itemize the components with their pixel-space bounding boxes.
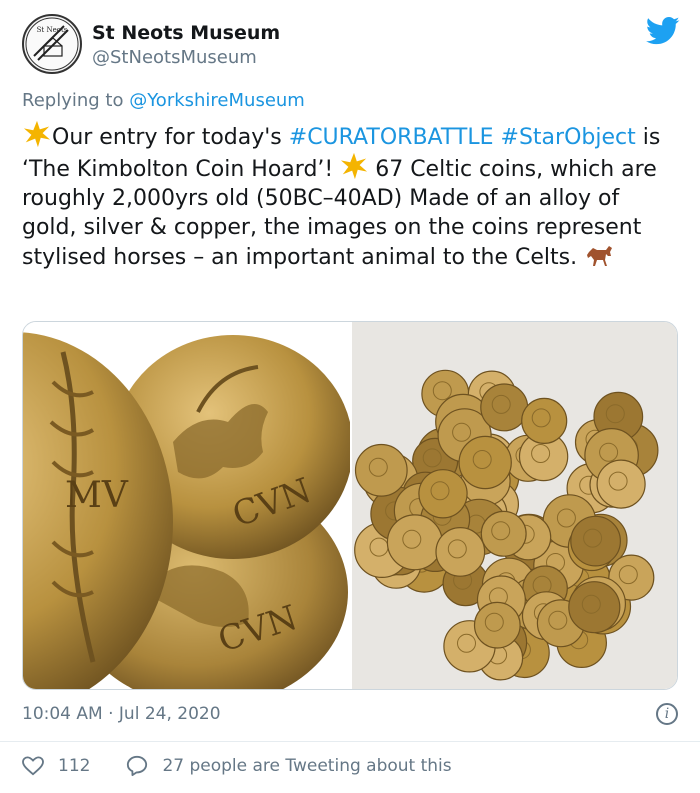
heart-icon — [22, 756, 44, 776]
hoard-coin — [521, 397, 568, 445]
hoard-coin — [480, 510, 527, 557]
tweet-space — [494, 125, 501, 150]
tweet-text: Our entry for today's #CURATORBATTLE #St… — [22, 120, 662, 272]
hoard-coin — [570, 515, 622, 567]
tweet-text-part1: Our entry for today's — [52, 125, 289, 150]
museum-logo-icon: St Neots — [25, 17, 79, 71]
reply-prefix: Replying to — [22, 90, 130, 111]
hoard-coin — [418, 469, 468, 519]
hashtag-starobject-link[interactable]: #StarObject — [501, 125, 636, 150]
hoard-coin — [435, 526, 486, 577]
hoard-coin — [568, 581, 621, 634]
coin-hoard-photo[interactable] — [352, 322, 677, 689]
speech-bubble-icon — [127, 755, 148, 777]
like-count: 112 — [58, 756, 91, 776]
hoard-coin — [458, 435, 512, 490]
reply-mention-link[interactable]: @YorkshireMuseum — [129, 90, 305, 111]
like-button[interactable]: 112 — [22, 756, 126, 776]
divider — [0, 741, 700, 742]
horse-emoji-icon — [587, 246, 613, 266]
tweet-actions: 112 27 people are Tweeting about this — [22, 753, 452, 779]
tweet-timestamp[interactable]: 10:04 AM · Jul 24, 2020 — [22, 704, 221, 724]
coin-hoard-pile — [354, 369, 659, 681]
coin-closeup-photo[interactable]: CVN CVN MV — [23, 322, 353, 689]
account-name[interactable]: St Neots Museum — [92, 22, 280, 44]
info-icon[interactable]: i — [656, 703, 678, 725]
coin-left-inscription: MV — [65, 475, 129, 516]
hoard-coin — [473, 601, 521, 649]
sparkle-star-emoji-icon — [341, 152, 368, 180]
hoard-coin — [596, 459, 646, 509]
sparkle-star-emoji-icon — [23, 120, 51, 148]
hashtag-curatorbattle-link[interactable]: #CURATORBATTLE — [289, 125, 494, 150]
conversation-button[interactable]: 27 people are Tweeting about this — [126, 755, 452, 777]
tweeting-count-text: 27 people are Tweeting about this — [162, 756, 452, 776]
hoard-coin — [480, 383, 529, 432]
reply-context: Replying to @YorkshireMuseum — [22, 90, 305, 111]
account-handle[interactable]: @StNeotsMuseum — [92, 47, 257, 68]
svg-text:St Neots: St Neots — [37, 26, 68, 34]
media-grid[interactable]: CVN CVN MV — [22, 321, 678, 690]
avatar[interactable]: St Neots — [22, 14, 82, 74]
twitter-bird-icon[interactable] — [646, 16, 680, 46]
hoard-coin — [354, 443, 408, 497]
hoard-coin — [386, 514, 443, 571]
